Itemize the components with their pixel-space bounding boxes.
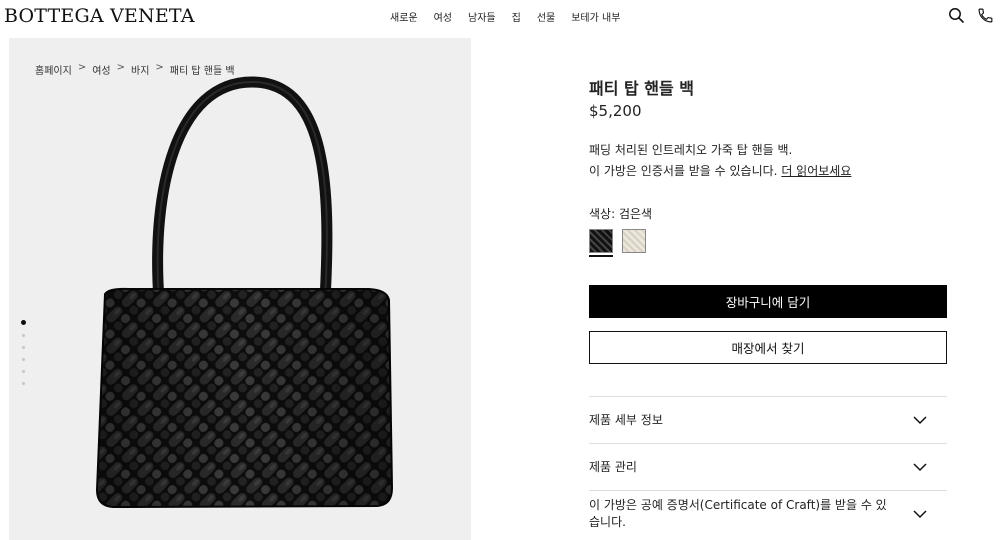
gallery-pagination: [21, 320, 26, 385]
gallery-dot-active[interactable]: [21, 320, 26, 325]
accordion-label: 제품 관리: [589, 459, 637, 474]
gallery-dot[interactable]: [22, 370, 25, 373]
brand-logo[interactable]: BOTTEGA VENETA: [4, 5, 195, 27]
product-gallery[interactable]: 홈페이지 > 여성 > 바지 > 패티 탑 핸들 백: [9, 38, 471, 540]
product-description-block: 패딩 처리된 인트레치오 가죽 탑 핸들 백. 이 가방은 인증서를 받을 수 …: [589, 140, 851, 182]
nav-item-inside-bottega[interactable]: 보테가 내부: [571, 9, 620, 24]
color-label: 색상: 검은색: [589, 207, 653, 221]
nav-item-gifts[interactable]: 선물: [537, 9, 555, 24]
phone-icon[interactable]: [977, 7, 994, 24]
gallery-dot[interactable]: [22, 346, 25, 349]
header-actions: [948, 7, 994, 24]
swatch-cream[interactable]: [622, 229, 646, 253]
nav-item-new[interactable]: 새로운: [390, 9, 418, 24]
breadcrumb-separator: >: [116, 62, 125, 73]
breadcrumb-women[interactable]: 여성: [92, 62, 110, 77]
add-to-cart-button[interactable]: 장바구니에 담기: [589, 285, 947, 318]
gallery-dot[interactable]: [22, 382, 25, 385]
nav-item-men[interactable]: 남자들: [468, 9, 496, 24]
nav-item-home[interactable]: 집: [512, 9, 521, 24]
accordion-product-care[interactable]: 제품 관리: [589, 443, 947, 490]
breadcrumb-current: 패티 탑 핸들 백: [169, 66, 235, 77]
search-icon[interactable]: [948, 7, 965, 24]
product-description: 패딩 처리된 인트레치오 가죽 탑 핸들 백.: [589, 143, 793, 157]
gallery-dot[interactable]: [22, 334, 25, 337]
product-accordion: 제품 세부 정보 제품 관리 이 가방은 공예 증명서(Certificate …: [589, 396, 947, 537]
find-in-store-button[interactable]: 매장에서 찾기: [589, 331, 947, 364]
color-swatches: [589, 229, 646, 257]
read-more-link[interactable]: 더 읽어보세요: [781, 164, 851, 178]
product-title: 패티 탑 핸들 백: [589, 79, 695, 98]
certificate-note: 이 가방은 인증서를 받을 수 있습니다. 더 읽어보세요: [589, 161, 851, 182]
breadcrumb-home[interactable]: 홈페이지: [35, 62, 72, 77]
chevron-down-icon: [913, 415, 927, 424]
accordion-label: 이 가방은 공예 증명서(Certificate of Craft)를 받을 수…: [589, 498, 887, 529]
nav-item-women[interactable]: 여성: [434, 9, 452, 24]
main-nav: 새로운 여성 남자들 집 선물 보테가 내부: [390, 9, 620, 24]
product-price: $5,200: [589, 102, 642, 120]
chevron-down-icon: [913, 509, 927, 518]
accordion-product-details[interactable]: 제품 세부 정보: [589, 396, 947, 443]
chevron-down-icon: [913, 462, 927, 471]
swatch-black[interactable]: [589, 229, 613, 257]
breadcrumb-separator: >: [155, 62, 164, 73]
gallery-dot[interactable]: [22, 358, 25, 361]
breadcrumb: 홈페이지 > 여성 > 바지 > 패티 탑 핸들 백: [35, 62, 235, 77]
breadcrumb-pants[interactable]: 바지: [131, 62, 149, 77]
certificate-text: 이 가방은 인증서를 받을 수 있습니다.: [589, 164, 778, 178]
product-image: [95, 76, 394, 509]
breadcrumb-separator: >: [77, 62, 87, 73]
site-header: BOTTEGA VENETA 새로운 여성 남자들 집 선물 보테가 내부: [0, 0, 1000, 34]
accordion-label: 제품 세부 정보: [589, 412, 663, 427]
accordion-certificate-of-craft[interactable]: 이 가방은 공예 증명서(Certificate of Craft)를 받을 수…: [589, 490, 947, 537]
